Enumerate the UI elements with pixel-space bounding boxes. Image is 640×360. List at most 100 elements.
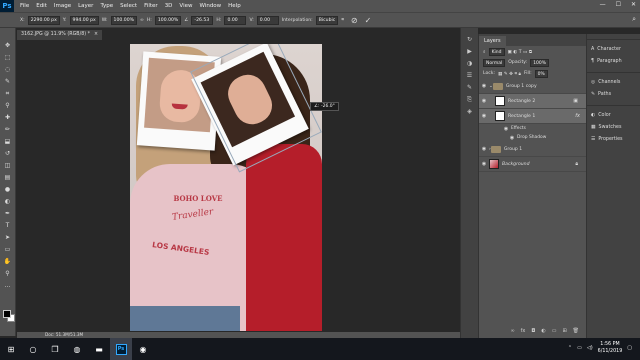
chrome-icon[interactable]: ◍ <box>66 338 88 360</box>
menu-type[interactable]: Type <box>100 3 113 9</box>
layer-rectangle-1[interactable]: ◉ Rectangle 1 fx <box>479 109 586 124</box>
volume-icon[interactable]: ◁) <box>587 345 593 351</box>
link-layers-icon[interactable]: ∞ <box>510 328 514 336</box>
document-canvas-image[interactable]: BOHO LOVE Traveller LOS ANGELES <box>130 44 322 331</box>
shape-tool-icon[interactable]: ▭ <box>3 246 13 254</box>
visibility-eye-icon[interactable]: ◉ <box>479 98 489 104</box>
effects-eye-icon[interactable]: ◉ <box>501 126 511 132</box>
stamp-tool-icon[interactable]: ⬓ <box>3 138 13 146</box>
photoshop-taskbar-button[interactable]: Ps <box>110 338 132 360</box>
menu-help[interactable]: Help <box>228 3 241 9</box>
panel-color[interactable]: ◐ Color <box>587 109 640 121</box>
drop-shadow-eye-icon[interactable]: ◉ <box>507 135 517 141</box>
menu-file[interactable]: File <box>20 3 29 9</box>
menu-view[interactable]: View <box>179 3 192 9</box>
menu-window[interactable]: Window <box>199 3 221 9</box>
fill-field[interactable]: 0% <box>534 69 548 78</box>
search-icon[interactable]: ⌕ <box>632 15 636 24</box>
add-style-icon[interactable]: fx <box>521 328 526 336</box>
quick-select-tool-icon[interactable]: ✎ <box>3 78 13 86</box>
cancel-transform-icon[interactable]: ⊘ <box>351 16 358 25</box>
actions-panel-icon[interactable]: ▶ <box>465 48 475 56</box>
blur-tool-icon[interactable]: ● <box>3 186 13 194</box>
menu-3d[interactable]: 3D <box>165 3 173 9</box>
pen-tool-icon[interactable]: ✒ <box>3 210 13 218</box>
link-icon[interactable]: ∞ <box>140 18 144 23</box>
dodge-tool-icon[interactable]: ◐ <box>3 198 13 206</box>
panel-paths[interactable]: ✎ Paths <box>587 88 640 100</box>
delete-layer-icon[interactable]: 🗑︎ <box>573 328 579 336</box>
close-document-icon[interactable]: × <box>94 32 98 38</box>
brush-panel-icon[interactable]: ✎ <box>465 84 475 92</box>
more-tools-icon[interactable]: … <box>3 282 13 290</box>
document-tab[interactable]: 3162.JPG @ 11.9% (RGB/8) * × <box>17 30 103 40</box>
add-mask-icon[interactable]: ◘ <box>531 328 535 336</box>
file-explorer-icon[interactable]: ▬ <box>88 338 110 360</box>
h-field[interactable]: 100.00% <box>154 15 182 25</box>
menu-edit[interactable]: Edit <box>36 3 47 9</box>
filter-icons[interactable]: ▣ ◐ T ▭ ⧉ <box>508 49 533 55</box>
w-field[interactable]: 100.00% <box>110 15 137 25</box>
warp-icon[interactable]: ⌗ <box>341 17 344 23</box>
crop-tool-icon[interactable]: ⌗ <box>3 90 13 98</box>
tray-chevron-icon[interactable]: ⌃ <box>568 345 572 351</box>
interpolation-select[interactable]: Bicubic <box>315 15 339 25</box>
clock[interactable]: 1:56 PM 6/11/2019 <box>598 341 623 355</box>
network-icon[interactable]: ▭ <box>577 345 582 351</box>
eraser-tool-icon[interactable]: ◫ <box>3 162 13 170</box>
minimize-button[interactable]: — <box>600 1 606 8</box>
y-field[interactable]: 994.00 px <box>69 15 99 25</box>
history-panel-icon[interactable]: ↻ <box>465 36 475 44</box>
panel-paragraph[interactable]: ¶ Paragraph <box>587 55 640 67</box>
hand-tool-icon[interactable]: ✋ <box>3 258 13 266</box>
filter-kind-select[interactable]: Kind <box>488 47 505 56</box>
hskew-field[interactable]: 0.00 <box>224 15 247 25</box>
blend-mode-select[interactable]: Normal <box>483 58 506 67</box>
task-view-icon[interactable]: ❐ <box>44 338 66 360</box>
visibility-eye-icon[interactable]: ◉ <box>479 146 489 152</box>
brush-tool-icon[interactable]: ✏ <box>3 126 13 134</box>
lock-icons[interactable]: ▦ ✎ ✥ ⌗ 🔒︎ <box>498 71 521 77</box>
clone-source-panel-icon[interactable]: ⎘ <box>465 96 475 104</box>
tab-layers[interactable]: Layers <box>479 36 506 46</box>
vskew-field[interactable]: 0.00 <box>256 15 279 25</box>
history-brush-tool-icon[interactable]: ↺ <box>3 150 13 158</box>
lasso-tool-icon[interactable]: ◌ <box>3 66 13 74</box>
visibility-eye-icon[interactable]: ◉ <box>479 161 489 167</box>
start-button-icon[interactable]: ⊞ <box>0 338 22 360</box>
adjustment-layer-icon[interactable]: ◐ <box>541 328 545 336</box>
fx-icon[interactable]: fx <box>575 113 580 119</box>
visibility-eye-icon[interactable]: ◉ <box>479 113 489 119</box>
commit-transform-icon[interactable]: ✓ <box>365 16 372 25</box>
search-icon[interactable]: ○ <box>22 338 44 360</box>
new-group-icon[interactable]: ▭ <box>552 328 557 336</box>
healing-tool-icon[interactable]: ✚ <box>3 114 13 122</box>
drop-shadow-row[interactable]: ◉ Drop Shadow <box>479 133 586 142</box>
notifications-icon[interactable]: ▢ <box>627 345 632 351</box>
layer-rectangle-2[interactable]: ◉ Rectangle 2 ▣ <box>479 94 586 109</box>
gradient-tool-icon[interactable]: ▤ <box>3 174 13 182</box>
new-layer-icon[interactable]: ⊞ <box>562 328 566 336</box>
maximize-button[interactable]: ☐ <box>616 1 621 8</box>
close-button[interactable]: ✕ <box>631 1 636 8</box>
marquee-tool-icon[interactable]: ⬚ <box>3 54 13 62</box>
panel-channels[interactable]: ◎ Channels <box>587 76 640 88</box>
eyedropper-tool-icon[interactable]: ⚲ <box>3 102 13 110</box>
opacity-field[interactable]: 100% <box>530 58 550 67</box>
panel-swatches[interactable]: ▦ Swatches <box>587 121 640 133</box>
layer-group-1[interactable]: ◉ › Group 1 <box>479 142 586 157</box>
menu-filter[interactable]: Filter <box>144 3 158 9</box>
type-tool-icon[interactable]: T <box>3 222 13 230</box>
layer-effects-row[interactable]: ◉ Effects <box>479 124 586 133</box>
app-icon[interactable]: ◉ <box>132 338 154 360</box>
visibility-eye-icon[interactable]: ◉ <box>479 83 489 89</box>
layer-group-1-copy[interactable]: ◉ ⌄ Group 1 copy <box>479 79 586 94</box>
adjustments-panel-icon[interactable]: ◑ <box>465 60 475 68</box>
path-select-tool-icon[interactable]: ➤ <box>3 234 13 242</box>
zoom-tool-icon[interactable]: ⚲ <box>3 270 13 278</box>
menu-image[interactable]: Image <box>54 3 71 9</box>
panel-properties[interactable]: ☰ Properties <box>587 133 640 145</box>
angle-field[interactable]: -26.53 <box>191 15 214 25</box>
layer-background[interactable]: ◉ Background 🔒︎ <box>479 157 586 172</box>
move-tool-icon[interactable]: ✥ <box>3 42 13 50</box>
